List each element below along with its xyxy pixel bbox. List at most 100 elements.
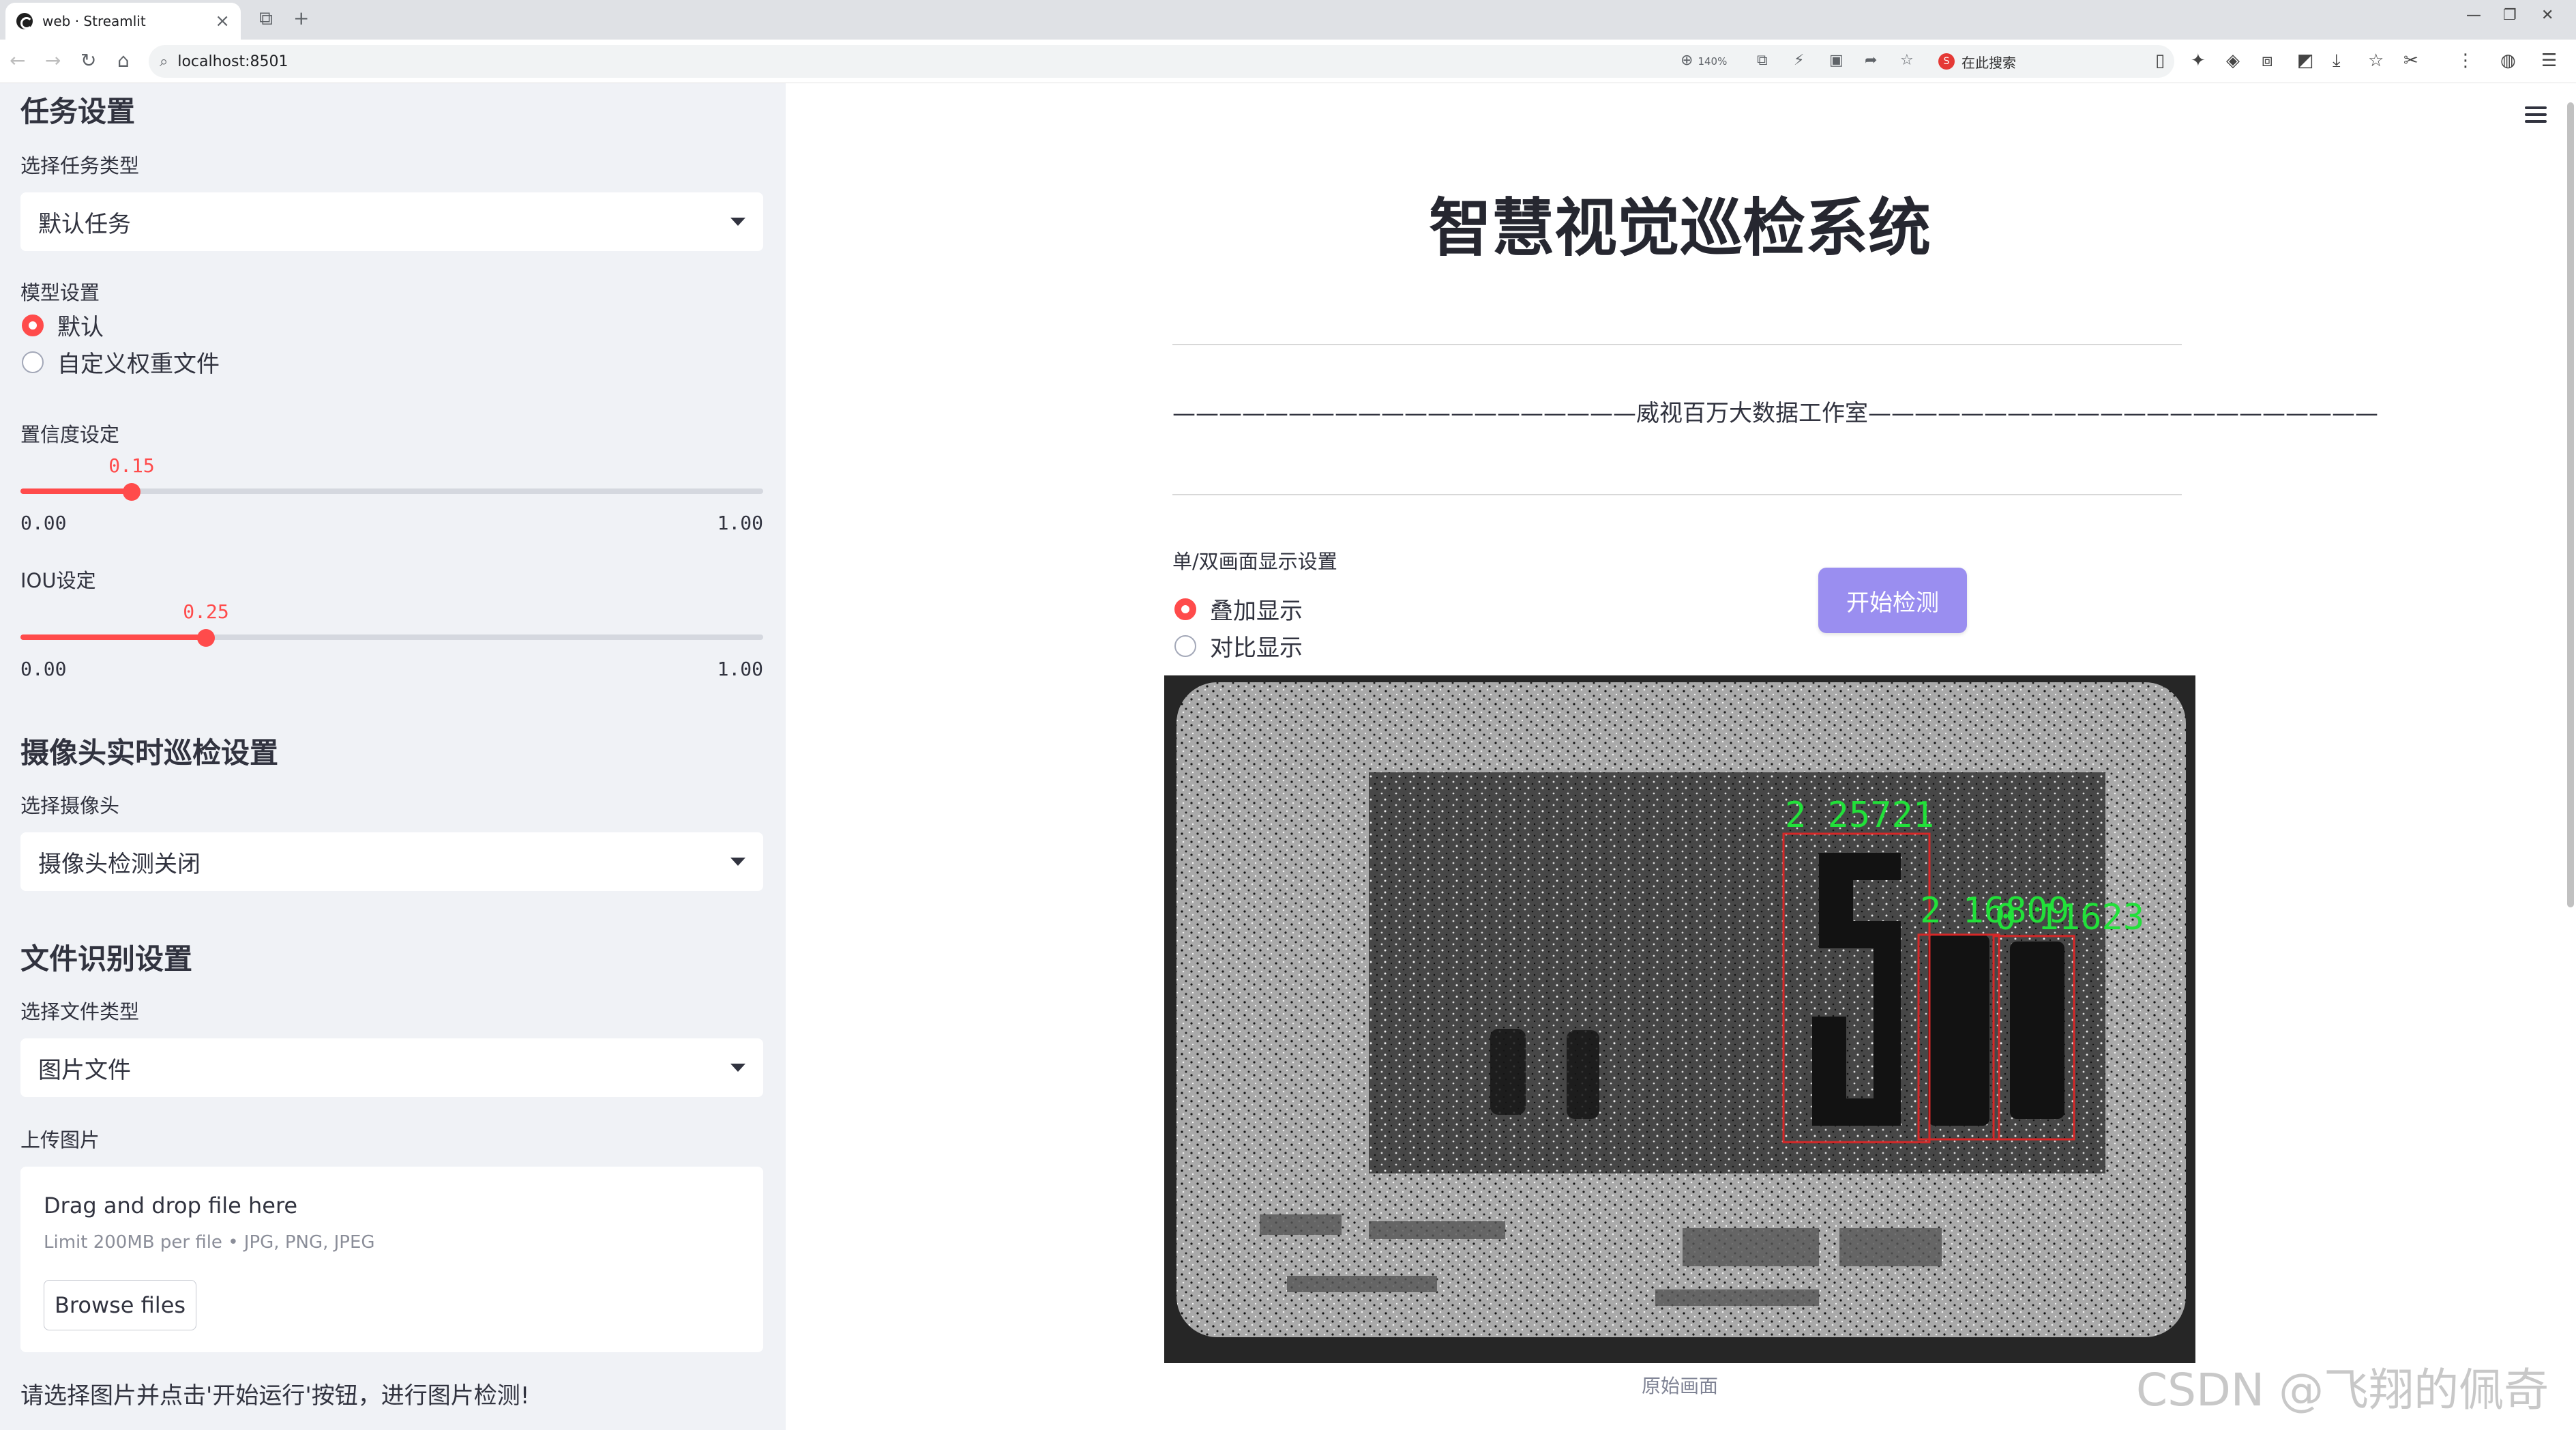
zoom-indicator[interactable]: ⊕ 140% <box>1681 52 1727 69</box>
display-option-label: 叠加显示 <box>1210 598 1303 625</box>
file-type-value: 图片文件 <box>38 1056 131 1084</box>
slider-fill <box>20 488 132 494</box>
url-text: localhost:8501 <box>177 53 288 70</box>
slider-fill <box>20 634 206 640</box>
subtitle-banner: ————————————————————威视百万大数据工作室——————————… <box>1172 400 2378 427</box>
browser-toolbar: ← → ↻ ⌂ ⌕ localhost:8501 ⊕ 140% ⧉ ⚡ ▣ ➦ … <box>0 40 2576 83</box>
extension-blue-icon[interactable]: ◈ <box>2226 50 2240 71</box>
slider-max: 1.00 <box>717 512 763 534</box>
slider-current-value: 0.25 <box>183 600 229 623</box>
scissors-icon[interactable]: ✂ <box>2403 50 2418 71</box>
phone-icon[interactable]: ▯ <box>2155 50 2165 71</box>
task-type-label: 选择任务类型 <box>20 154 140 177</box>
forward-icon[interactable]: → <box>45 49 61 72</box>
iou-label: IOU设定 <box>20 569 96 592</box>
share-icon[interactable]: ➦ <box>1865 52 1877 69</box>
slider-min: 0.00 <box>20 512 67 534</box>
detection-image: 2 25721 2 16809 0 11623 <box>1164 675 2195 1363</box>
more-vertical-icon[interactable]: ⋮ <box>2457 50 2474 71</box>
chevron-down-icon <box>730 858 745 866</box>
task-type-value: 默认任务 <box>38 210 131 238</box>
avatar-icon[interactable]: ◍ <box>2500 50 2516 71</box>
extension-translate-icon[interactable]: ⧈ <box>2262 50 2273 72</box>
detection-label: 2 25721 <box>1785 795 1934 836</box>
close-tab-icon[interactable]: × <box>215 11 230 31</box>
task-section-title: 任务设置 <box>20 95 136 128</box>
divider-top <box>1172 344 2182 345</box>
search-box[interactable]: S 在此搜索 <box>1938 48 2143 75</box>
radio-unselected-icon[interactable] <box>1174 634 1196 657</box>
csdn-watermark: CSDN @飞翔的佩奇 <box>2136 1364 2549 1416</box>
file-section-title: 文件识别设置 <box>20 942 193 976</box>
new-tab-icon[interactable]: + <box>293 7 309 29</box>
bookmarks-star-icon[interactable]: ☆ <box>2368 50 2384 71</box>
chevron-down-icon <box>730 1064 745 1072</box>
camera-label: 选择摄像头 <box>20 794 120 817</box>
model-option-custom[interactable]: 自定义权重文件 <box>22 345 220 379</box>
search-icon: ⌕ <box>160 53 168 70</box>
streamlit-favicon-icon <box>16 13 33 29</box>
slider-thumb[interactable] <box>123 483 140 501</box>
iou-slider[interactable]: 0.25 0.00 1.00 <box>20 598 763 680</box>
camera-value: 摄像头检测关闭 <box>38 850 201 878</box>
streamlit-app: 任务设置 选择任务类型 默认任务 模型设置 默认 自定义权重文件 置信度设定 0… <box>0 83 2576 1430</box>
slider-max: 1.00 <box>717 658 763 680</box>
search-placeholder: 在此搜索 <box>1961 54 2016 71</box>
minimize-window-icon[interactable]: — <box>2466 7 2481 24</box>
restore-window-icon[interactable]: ❐ <box>2503 7 2517 24</box>
browser-tab[interactable]: web · Streamlit × <box>5 3 241 40</box>
upload-drag-text: Drag and drop file here <box>44 1193 298 1219</box>
extension-color-icon[interactable]: ✦ <box>2191 50 2206 71</box>
upload-label: 上传图片 <box>20 1128 100 1152</box>
screenshot-icon[interactable]: ▣ <box>1829 52 1844 69</box>
display-mode-label: 单/双画面显示设置 <box>1172 550 1337 573</box>
tab-groups-icon[interactable]: ⧉ <box>259 7 273 30</box>
slider-thumb[interactable] <box>197 629 215 647</box>
back-icon[interactable]: ← <box>10 49 25 72</box>
browse-files-button[interactable]: Browse files <box>44 1280 196 1330</box>
radio-unselected-icon[interactable] <box>22 351 44 373</box>
file-uploader-dropzone[interactable]: Drag and drop file here Limit 200MB per … <box>20 1167 763 1352</box>
slider-min: 0.00 <box>20 658 67 680</box>
task-type-select[interactable]: 默认任务 <box>20 192 763 251</box>
search-engine-icon: S <box>1938 53 1955 70</box>
file-type-select[interactable]: 图片文件 <box>20 1038 763 1097</box>
detection-label: 0 11623 <box>1995 897 2144 938</box>
main-content: 智慧视觉巡检系统 ————————————————————威视百万大数据工作室—… <box>786 83 2576 1430</box>
display-option-overlay[interactable]: 叠加显示 <box>1174 592 1303 626</box>
camera-section-title: 摄像头实时巡检设置 <box>20 736 279 770</box>
reload-icon[interactable]: ↻ <box>80 49 96 72</box>
model-option-label: 自定义权重文件 <box>57 351 220 378</box>
conf-slider[interactable]: 0.15 0.00 1.00 <box>20 452 763 534</box>
display-option-compare[interactable]: 对比显示 <box>1174 629 1303 662</box>
file-type-label: 选择文件类型 <box>20 1000 140 1023</box>
radio-selected-icon[interactable] <box>1174 598 1196 620</box>
page-title: 智慧视觉巡检系统 <box>1428 192 1931 265</box>
close-window-icon[interactable]: ✕ <box>2541 7 2553 24</box>
favorite-star-icon[interactable]: ☆ <box>1900 52 1914 69</box>
translate-icon[interactable]: ⧉ <box>1757 52 1768 69</box>
radio-selected-icon[interactable] <box>22 314 44 336</box>
upload-limit-text: Limit 200MB per file • JPG, PNG, JPEG <box>44 1232 375 1253</box>
sidebar: 任务设置 选择任务类型 默认任务 模型设置 默认 自定义权重文件 置信度设定 0… <box>0 83 786 1430</box>
conf-label: 置信度设定 <box>20 423 120 446</box>
divider-bottom <box>1172 494 2182 495</box>
start-detection-button[interactable]: 开始检测 <box>1818 568 1967 633</box>
home-icon[interactable]: ⌂ <box>117 49 130 72</box>
download-icon[interactable]: ⤓ <box>2333 50 2341 72</box>
model-label: 模型设置 <box>20 281 100 304</box>
sidebar-hint: 请选择图片并点击'开始运行'按钮，进行图片检测! <box>20 1382 530 1410</box>
chevron-down-icon <box>730 218 745 226</box>
browser-tab-bar: web · Streamlit × ⧉ + — ❐ ✕ <box>0 0 2576 40</box>
model-option-label: 默认 <box>57 314 104 341</box>
model-option-default[interactable]: 默认 <box>22 308 104 342</box>
lightning-icon[interactable]: ⚡ <box>1794 52 1804 69</box>
meter-photo: 2 25721 2 16809 0 11623 <box>1164 675 2195 1363</box>
browser-menu-icon[interactable]: ☰ <box>2541 50 2557 71</box>
extension-dark-icon[interactable]: ◩ <box>2297 50 2314 71</box>
camera-select[interactable]: 摄像头检测关闭 <box>20 832 763 891</box>
lcd-panel <box>1369 772 2105 1173</box>
zoom-level: 140% <box>1698 55 1728 68</box>
image-caption: 原始画面 <box>1641 1375 1718 1397</box>
hamburger-menu-icon[interactable] <box>2525 106 2547 127</box>
